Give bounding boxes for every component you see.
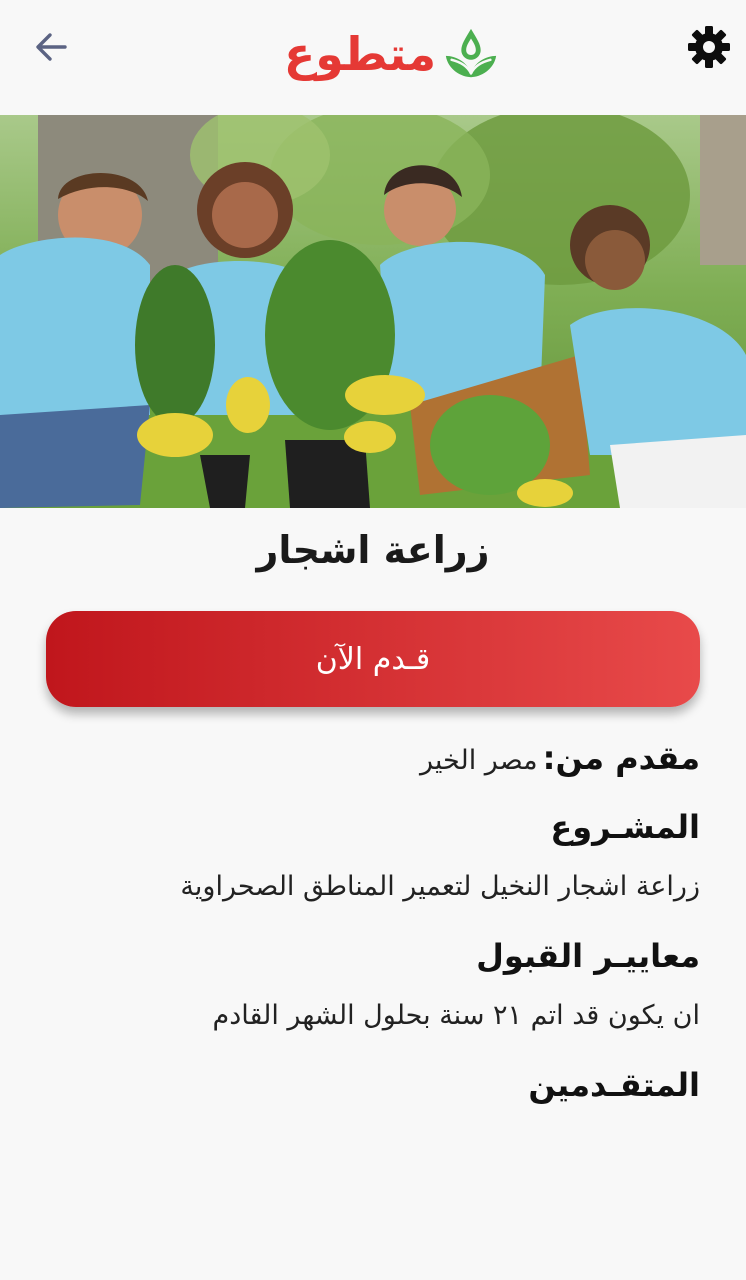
project-label: المشـروع (550, 808, 700, 846)
applicants-label: المتقـدمين (528, 1066, 700, 1104)
criteria-label: معاييـر القبول (476, 937, 700, 975)
criteria-value: ان يكون قد اتم ٢١ سنة بحلول الشهر القادم (212, 1000, 701, 1031)
criteria-heading: معاييـر القبول (476, 937, 700, 975)
project-description: زراعة اشجار النخيل لتعمير المناطق الصحرا… (180, 871, 700, 902)
sprout-drop-icon (446, 28, 497, 78)
provider-value: مصر الخير (420, 745, 538, 776)
logo-text: متطوع (283, 27, 437, 81)
gear-icon (688, 26, 730, 68)
volunteers-planting-trees-photo (0, 115, 746, 508)
hero-photo (0, 115, 746, 508)
apply-now-label: قـدم الآن (315, 641, 431, 677)
provider-label: مقدم من: (542, 739, 700, 777)
app-logo: متطوع (262, 18, 522, 90)
project-value: زراعة اشجار النخيل لتعمير المناطق الصحرا… (180, 871, 700, 902)
apply-now-button[interactable]: قـدم الآن (46, 611, 700, 707)
criteria-description: ان يكون قد اتم ٢١ سنة بحلول الشهر القادم (213, 1000, 701, 1031)
provider-row: مقدم من: مصر الخير (420, 739, 700, 777)
back-button[interactable] (28, 24, 74, 70)
applicants-heading: المتقـدمين (528, 1066, 700, 1104)
settings-button[interactable] (684, 22, 734, 72)
opportunity-title: زراعة اشجار (256, 528, 490, 572)
project-heading: المشـروع (550, 808, 700, 846)
arrow-left-icon (36, 33, 67, 61)
top-app-bar: متطوع (0, 0, 746, 115)
